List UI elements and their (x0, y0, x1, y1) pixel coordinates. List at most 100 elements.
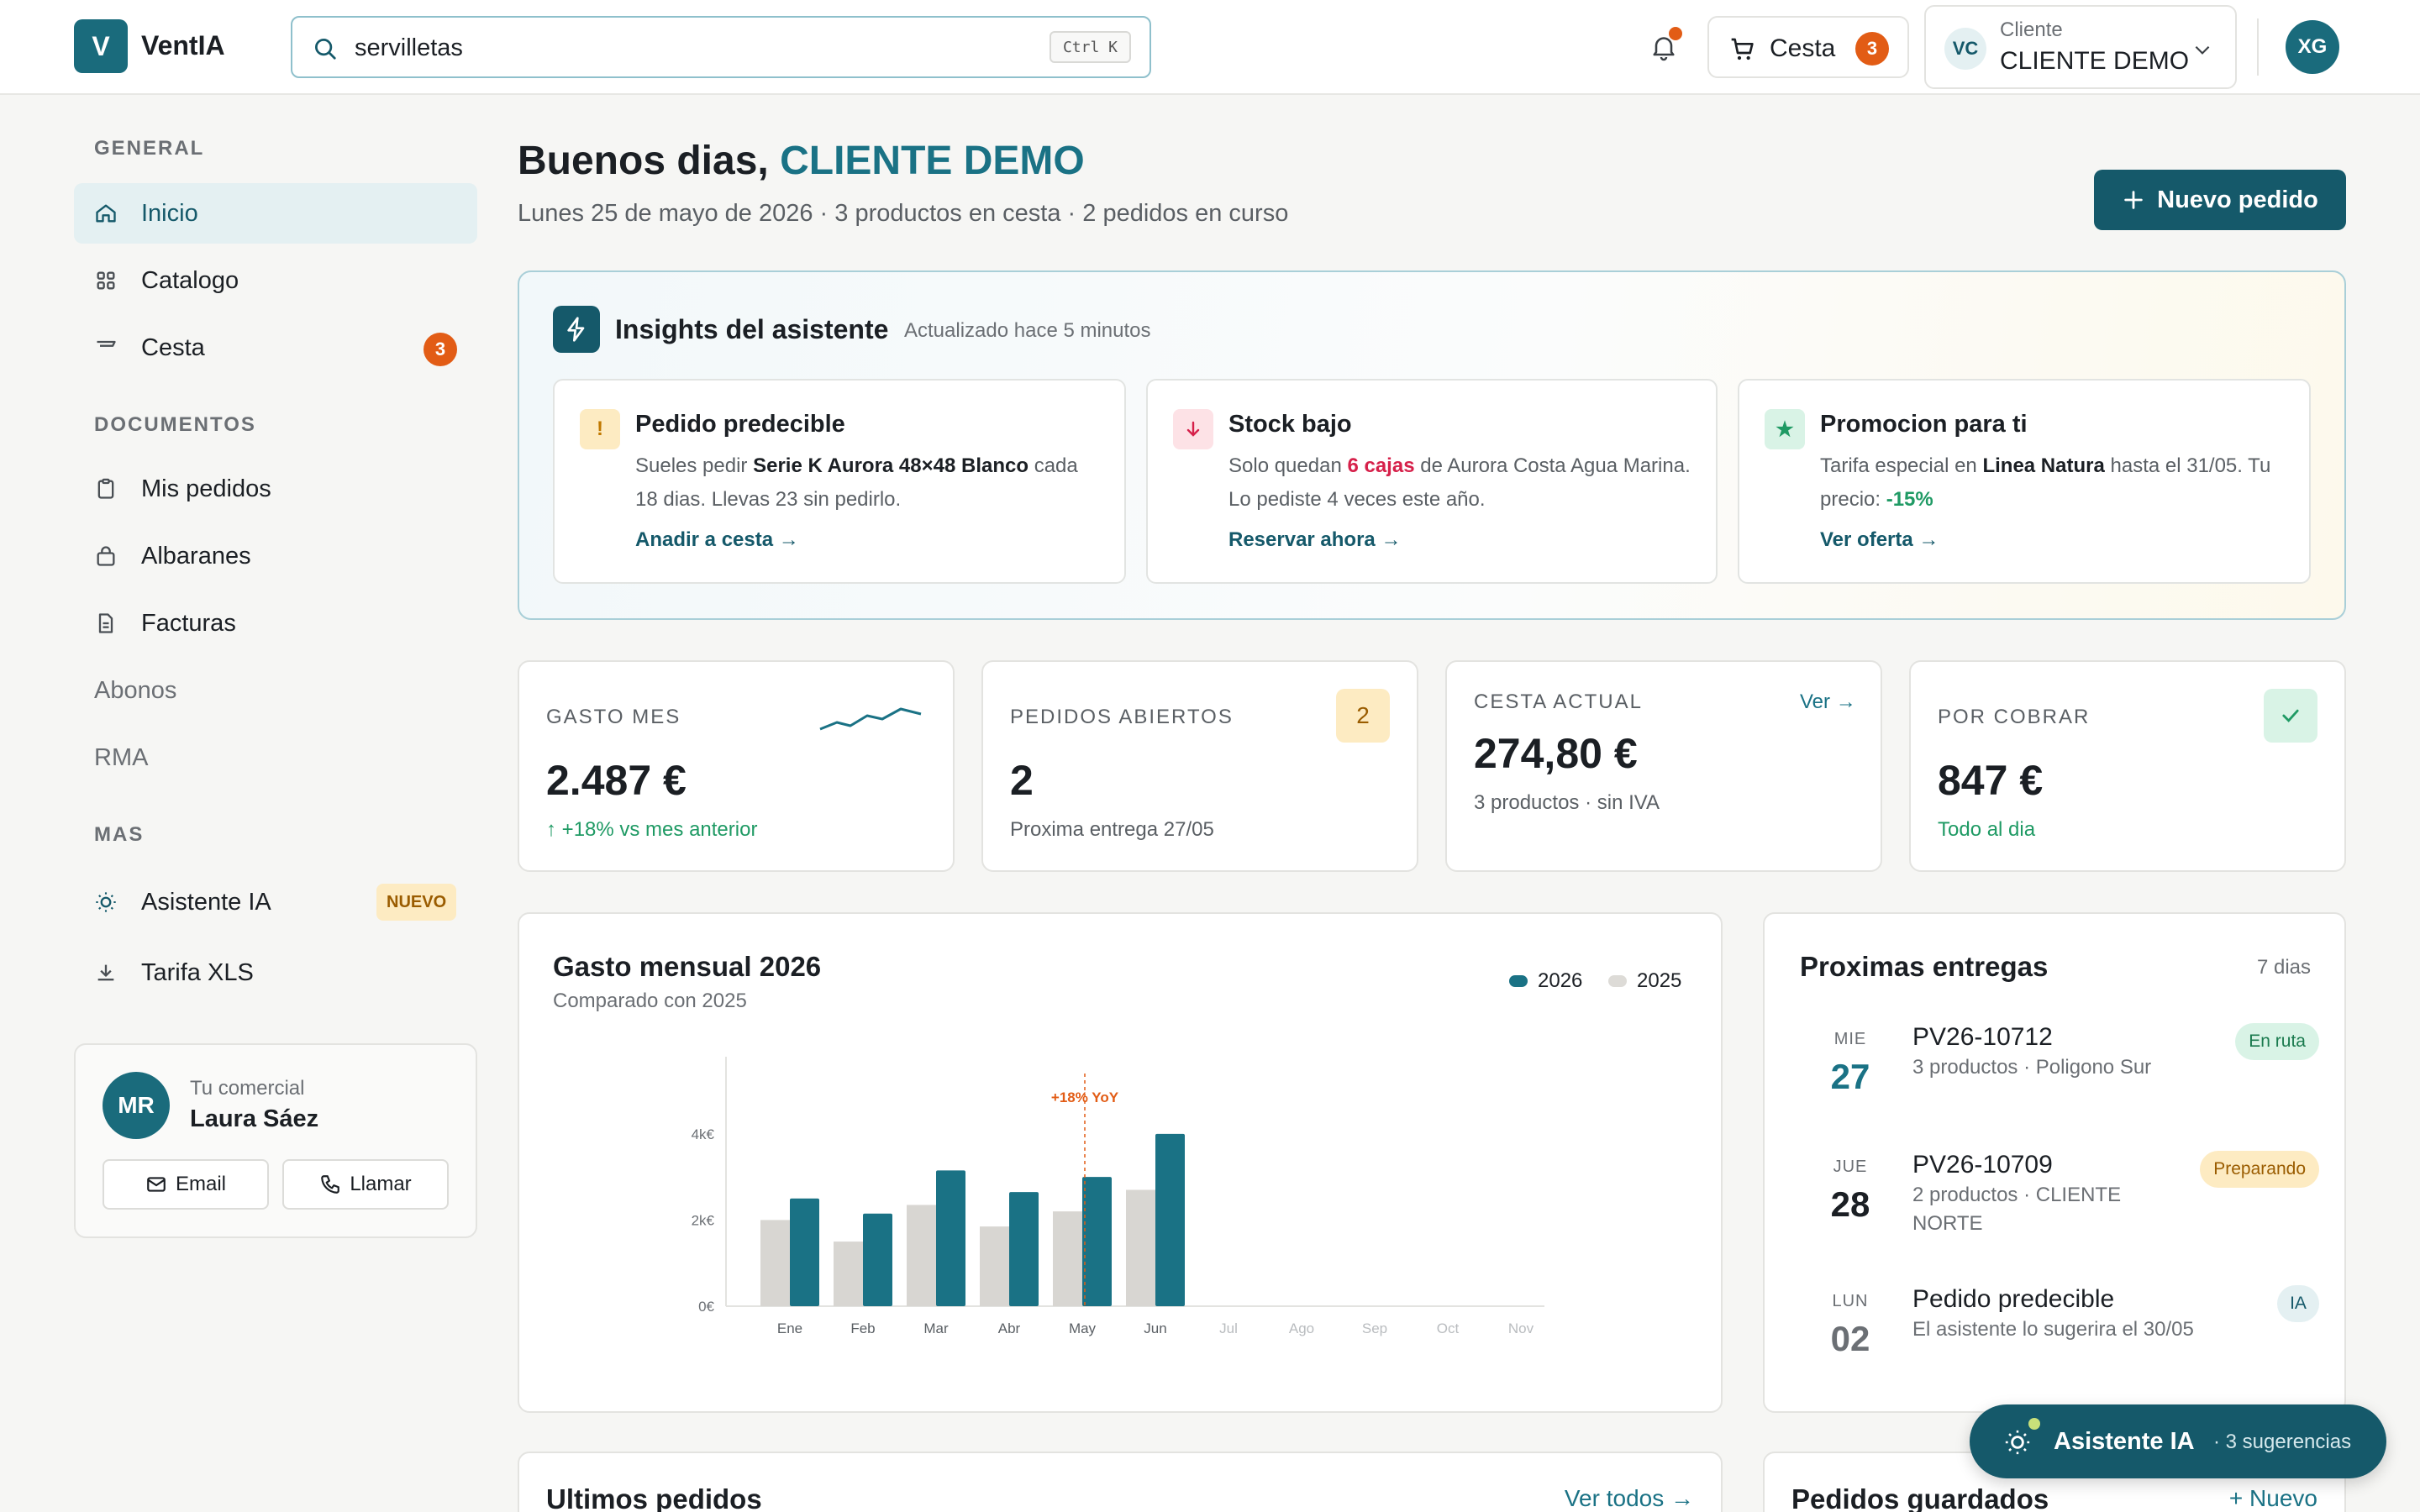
insights-updated: Actualizado hace 5 minutos (904, 319, 1151, 342)
client-selector[interactable]: VC Cliente CLIENTE DEMO (1924, 5, 2237, 89)
delivery-title: PV26-10712 (1912, 1023, 2053, 1051)
deliveries-range: 7 dias (2256, 956, 2311, 979)
saved-orders-title: Pedidos guardados (1791, 1483, 2049, 1512)
see-offer-link[interactable]: Ver oferta → (1820, 528, 1939, 552)
bar-2025 (1053, 1211, 1082, 1306)
delivery-title: PV26-10709 (1912, 1151, 2053, 1179)
insight-title: Stock bajo (1228, 411, 1352, 438)
assistant-fab-suggestions: · 3 sugerencias (2213, 1431, 2352, 1453)
see-cart-link[interactable]: Ver → (1800, 690, 1856, 714)
x-tick-label: Ene (777, 1320, 802, 1336)
sidebar-item-mis-pedidos[interactable]: Mis pedidos (74, 459, 477, 519)
notification-dot (1669, 27, 1682, 40)
x-tick-label: Ago (1289, 1320, 1314, 1336)
sidebar-item-asistente-ia[interactable]: Asistente IA NUEVO (74, 872, 477, 932)
last-orders-card: Ultimos pedidos Ver todos → (518, 1452, 1723, 1512)
x-tick-label: Jun (1144, 1320, 1166, 1336)
sidebar-item-tarifa-xls[interactable]: Tarifa XLS (74, 942, 477, 1003)
bar-2026 (1155, 1133, 1185, 1306)
y-tick-label: 0€ (698, 1299, 714, 1315)
insight-card-predictable: ! Pedido predecible Sueles pedir Serie K… (553, 379, 1126, 584)
spending-chart-card: Gasto mensual 2026 Comparado con 2025 20… (518, 912, 1723, 1413)
greeting-text: Buenos dias, (518, 139, 769, 183)
x-tick-label: Feb (850, 1320, 875, 1336)
sidebar-item-rma[interactable]: RMA (74, 727, 477, 788)
stat-label: GASTO MES (546, 706, 681, 728)
bar-2026 (790, 1198, 819, 1306)
bar-2026 (863, 1213, 892, 1306)
sidebar-item-abonos[interactable]: Abonos (74, 660, 477, 721)
sidebar-item-albaranes[interactable]: Albaranes (74, 526, 477, 586)
stat-sub: ↑ +18% vs mes anterior (546, 818, 758, 841)
sidebar-section-documentos: DOCUMENTOS (94, 413, 256, 436)
x-tick-label: May (1069, 1320, 1097, 1336)
new-order-button[interactable]: Nuevo pedido (2094, 170, 2346, 230)
sidebar-item-label: Cesta (141, 333, 205, 361)
sidebar-item-label: Abonos (94, 676, 177, 704)
delivery-dow: LUN (1832, 1292, 1869, 1310)
status-badge: Preparando (2200, 1151, 2319, 1188)
delivery-day: 28 (1830, 1184, 1870, 1224)
bag-icon (97, 546, 115, 566)
sidebar-section-mas: MAS (94, 823, 145, 846)
add-to-cart-link[interactable]: Anadir a cesta → (635, 528, 799, 552)
assistant-fab-label: Asistente IA (2054, 1428, 2195, 1455)
search-shortcut: Ctrl K (1049, 31, 1131, 63)
app-logo[interactable]: V (74, 19, 128, 73)
insight-card-low-stock: Stock bajo Solo quedan 6 cajas de Aurora… (1146, 379, 1718, 584)
insight-title: Promocion para ti (1820, 411, 2028, 438)
y-tick-label: 2k€ (692, 1212, 715, 1228)
client-name: CLIENTE DEMO (2000, 47, 2190, 75)
search-value[interactable]: servilletas (355, 34, 463, 62)
open-orders-badge: 2 (1336, 689, 1390, 743)
sidebar-item-facturas[interactable]: Facturas (74, 593, 477, 654)
new-saved-order-link[interactable]: + Nuevo (2229, 1485, 2317, 1512)
page-subtitle: Lunes 25 de mayo de 2026 · 3 productos e… (518, 200, 1289, 227)
clipboard-icon (97, 478, 114, 499)
new-badge: NUEVO (376, 884, 457, 921)
delivery-item[interactable]: JUE 28 PV26-10709 2 productos · CLIENTE … (1798, 1151, 2319, 1252)
delivery-dow: MIE (1833, 1030, 1867, 1048)
sidebar-item-label: Inicio (141, 199, 198, 227)
search-input[interactable]: servilletas Ctrl K (291, 16, 1151, 78)
stat-value: 847 € (1938, 757, 2044, 804)
sidebar-item-cesta[interactable]: Cesta 3 (74, 318, 477, 378)
top-bar: V VentIA servilletas Ctrl K Cesta 3 VC C… (0, 0, 2420, 95)
lightbulb-icon (96, 892, 116, 912)
sidebar-item-inicio[interactable]: Inicio (74, 183, 477, 244)
delivery-item[interactable]: LUN 02 Pedido predecible El asistente lo… (1798, 1285, 2319, 1386)
phone-icon (321, 1175, 340, 1194)
sidebar-section-general: GENERAL (94, 137, 205, 160)
x-tick-label: Nov (1508, 1320, 1534, 1336)
cart-button[interactable]: Cesta 3 (1707, 16, 1909, 78)
delivery-sub: 2 productos · CLIENTE NORTE (1912, 1184, 2122, 1235)
status-badge: En ruta (2235, 1023, 2319, 1060)
sidebar-item-catalogo[interactable]: Catalogo (74, 250, 477, 311)
stat-label: CESTA ACTUAL (1474, 690, 1643, 713)
delivery-day: 02 (1830, 1319, 1870, 1358)
delivery-item[interactable]: MIE 27 PV26-10712 3 productos · Poligono… (1798, 1023, 2319, 1124)
assistant-fab[interactable]: Asistente IA · 3 sugerencias (1970, 1404, 2386, 1478)
sidebar-item-label: Albaranes (141, 542, 251, 570)
delivery-sub: 3 productos · Poligono Sur (1912, 1056, 2152, 1079)
delivery-title: Pedido predecible (1912, 1285, 2115, 1313)
x-tick-label: Jul (1219, 1320, 1238, 1336)
email-button[interactable]: Email (103, 1159, 269, 1210)
star-icon: ★ (1765, 409, 1805, 449)
stat-sub: Todo al dia (1938, 818, 2036, 841)
sidebar-item-label: Tarifa XLS (141, 958, 254, 986)
notifications-button[interactable] (1644, 27, 1684, 67)
call-button[interactable]: Llamar (282, 1159, 449, 1210)
sidebar-item-label: Mis pedidos (141, 475, 271, 502)
bar-2025 (980, 1226, 1009, 1306)
insights-title: Insights del asistente (615, 314, 889, 344)
x-tick-label: Oct (1437, 1320, 1460, 1336)
page-title: Buenos dias, CLIENTE DEMO (518, 138, 1085, 184)
bar-2026 (1009, 1192, 1039, 1306)
see-all-link[interactable]: Ver todos → (1565, 1485, 1694, 1512)
bar-2026 (1082, 1177, 1112, 1306)
cart-icon (1731, 38, 1754, 60)
stat-sub: 3 productos · sin IVA (1474, 791, 1660, 814)
user-avatar[interactable]: XG (2286, 20, 2339, 74)
reserve-link[interactable]: Reservar ahora → (1228, 528, 1401, 552)
